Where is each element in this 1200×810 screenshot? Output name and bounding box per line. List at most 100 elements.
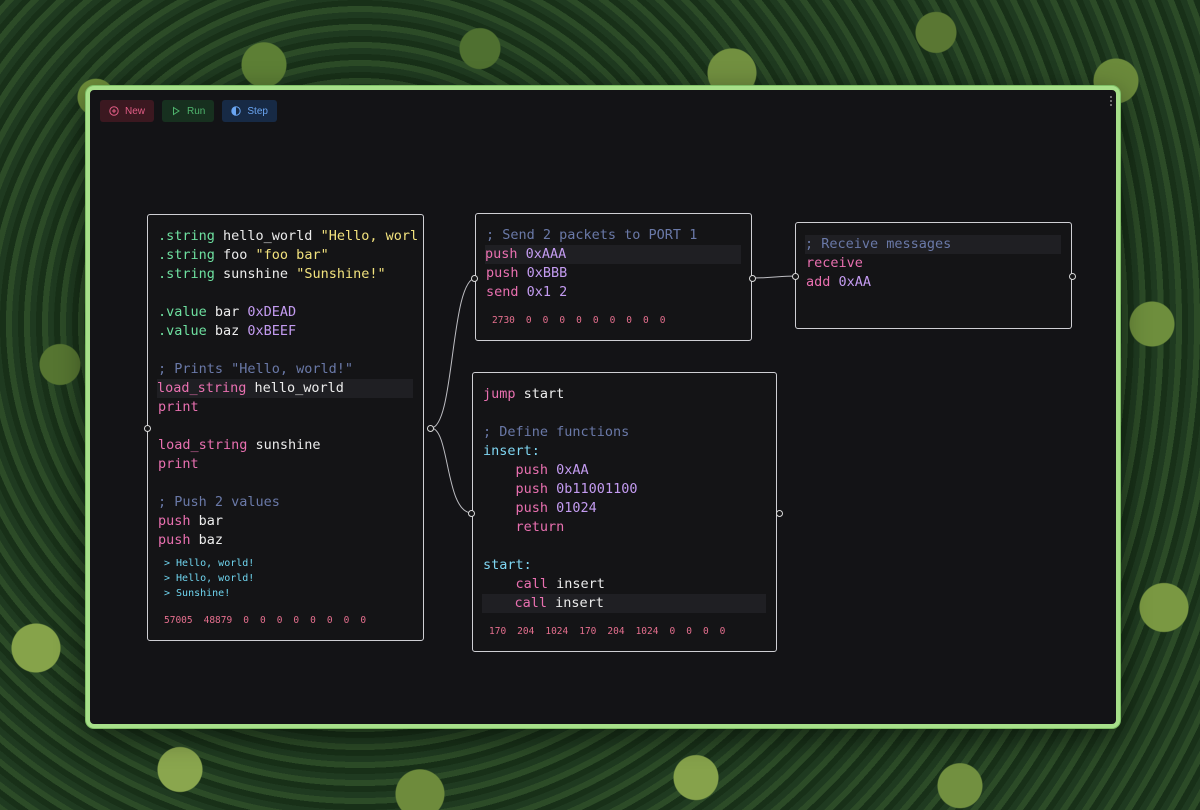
code-line[interactable]: receive (806, 254, 1061, 273)
code-line[interactable]: .value baz 0xBEEF (158, 322, 413, 341)
input-port[interactable] (468, 510, 475, 517)
stack-value: 1024 (635, 626, 659, 637)
stack-value: 0 (259, 615, 266, 626)
code-line[interactable] (483, 404, 766, 423)
code-node-functions[interactable]: jump start ; Define functions insert: pus… (472, 372, 777, 652)
code-token: bar (206, 304, 248, 320)
code-node-receive[interactable]: ; Receive messages receive add 0xAA (795, 222, 1072, 329)
code-line[interactable] (158, 474, 413, 493)
code-node-send[interactable]: ; Send 2 packets to PORT 1 push 0xAAA push… (475, 213, 752, 341)
stack-value: 0 (686, 626, 692, 637)
code-line[interactable]: send 0x1 2 (486, 283, 741, 302)
code-line[interactable]: return (483, 518, 766, 537)
stack-value: 0 (525, 315, 532, 326)
stack-value: 0 (669, 626, 676, 637)
code-line[interactable]: insert: (483, 442, 766, 461)
stack-value: 0 (659, 315, 666, 326)
code-line[interactable]: push 0b11001100 (483, 480, 766, 499)
code-line[interactable] (483, 537, 766, 556)
code-line[interactable]: add 0xAA (806, 273, 1061, 292)
stack-value: 204 (517, 626, 535, 637)
code-line[interactable]: push 0xAA (483, 461, 766, 480)
input-port[interactable] (144, 425, 151, 432)
code-token: "Hello, worl (320, 228, 419, 244)
code-line[interactable]: ; Define functions (483, 423, 766, 442)
editor-window: New Run Step .string hello_world "Hello,… (86, 86, 1120, 728)
code-token: "foo bar" (255, 247, 329, 263)
output-port[interactable] (427, 425, 434, 432)
code-line[interactable]: ; Prints "Hello, world!" (158, 360, 413, 379)
code-line[interactable]: push 0xAAA (485, 245, 741, 264)
code-token: baz (190, 532, 224, 548)
code-line[interactable]: call insert (483, 575, 766, 594)
input-port[interactable] (471, 275, 478, 282)
code-line[interactable]: .string sunshine "Sunshine!" (158, 265, 413, 284)
code-token: ; Push 2 values (158, 494, 280, 510)
code-token: hello_world (214, 228, 321, 244)
code-line[interactable]: print (158, 455, 413, 474)
stack-value: 48879 (203, 615, 233, 626)
code-token: 01024 (556, 500, 597, 516)
code-token: insert: (483, 443, 540, 459)
code-line[interactable]: call insert (482, 594, 766, 613)
code-token: start (515, 386, 565, 402)
stack-value: 170 (489, 626, 507, 637)
code-line[interactable] (158, 417, 413, 436)
stack-value: 0 (719, 626, 726, 637)
code-line[interactable]: jump start (483, 385, 766, 404)
output-port[interactable] (1069, 273, 1076, 280)
code-line[interactable]: .string hello_world "Hello, worl (158, 227, 418, 246)
code-token: push (158, 532, 191, 548)
stack-value: 204 (607, 626, 625, 637)
code-editor[interactable]: ; Send 2 packets to PORT 1 push 0xAAA push… (476, 214, 751, 302)
code-token: print (158, 399, 199, 415)
stack-values: 2730 0 0 0 0 0 0 0 0 0 (476, 311, 677, 330)
console-output: > Hello, world! > Hello, world! > Sunshine… (148, 556, 423, 601)
stack-value: 0 (243, 615, 249, 626)
code-token: .value (158, 304, 207, 320)
code-line[interactable]: ; Receive messages (805, 235, 1061, 254)
code-line[interactable]: push 01024 (483, 499, 766, 518)
code-editor[interactable]: .string hello_world "Hello, worl .string … (148, 215, 423, 550)
code-line[interactable]: push 0xBBB (486, 264, 741, 283)
code-line[interactable]: ; Send 2 packets to PORT 1 (486, 226, 741, 245)
code-token: ; Prints "Hello, world!" (158, 361, 354, 377)
code-token: receive (806, 255, 863, 271)
code-token: 0xDEAD (247, 304, 297, 320)
code-token: .value (158, 323, 207, 339)
code-line[interactable]: load_string sunshine (158, 436, 413, 455)
stack-value: 0 (609, 315, 616, 326)
output-port[interactable] (749, 275, 756, 282)
code-token: push (483, 462, 549, 478)
stack-value: 0 (559, 315, 566, 326)
output-line: > Hello, world! (164, 573, 255, 584)
code-token: push (158, 513, 191, 529)
code-line[interactable] (158, 284, 413, 303)
code-line[interactable]: .value bar 0xDEAD (158, 303, 413, 322)
code-line[interactable]: ; Push 2 values (158, 493, 413, 512)
code-line[interactable]: start: (483, 556, 766, 575)
code-line[interactable]: load_string hello_world (157, 379, 413, 398)
code-token: .string (158, 266, 215, 282)
code-line[interactable]: print (158, 398, 413, 417)
code-token: push (483, 500, 549, 516)
code-line[interactable]: push bar (158, 512, 413, 531)
code-editor[interactable]: jump start ; Define functions insert: pus… (473, 373, 776, 613)
stack-value: 0 (542, 315, 549, 326)
code-line[interactable]: push baz (158, 531, 413, 550)
input-port[interactable] (792, 273, 799, 280)
code-editor[interactable]: ; Receive messages receive add 0xAA (796, 223, 1071, 292)
code-line[interactable] (158, 341, 413, 360)
code-token: insert (547, 595, 604, 611)
code-node-main[interactable]: .string hello_world "Hello, worl .string … (147, 214, 424, 641)
output-port[interactable] (776, 510, 783, 517)
code-token: call (483, 576, 549, 592)
stack-value: 0 (293, 615, 300, 626)
code-line[interactable]: .string foo "foo bar" (158, 246, 413, 265)
stack-value: 0 (702, 626, 709, 637)
